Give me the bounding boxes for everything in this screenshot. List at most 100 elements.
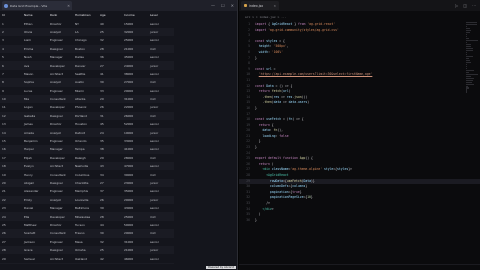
grid-row[interactable]: 8 Sophia Analyst Austin 30 27000 mid <box>0 78 174 87</box>
grid-cell[interactable]: 45000 <box>122 53 148 61</box>
grid-column-header[interactable]: Level <box>148 11 174 19</box>
grid-cell[interactable]: 41000 <box>122 145 148 153</box>
grid-cell[interactable]: Austin <box>73 78 98 86</box>
grid-cell[interactable]: Abigail <box>22 179 48 187</box>
grid-cell[interactable]: 43 <box>98 162 122 170</box>
grid-cell[interactable]: Director <box>48 221 73 229</box>
grid-cell[interactable]: junior <box>148 28 174 36</box>
grid-row[interactable]: 24 Ella Developer Milwaukee 28 25000 mid <box>0 212 174 221</box>
grid-cell[interactable]: 45 <box>98 120 122 128</box>
grid-cell[interactable]: 28 <box>98 212 122 220</box>
grid-cell[interactable]: Director <box>48 19 73 27</box>
grid-cell[interactable]: 15000 <box>122 19 148 27</box>
grid-cell[interactable]: Henry <box>22 170 48 178</box>
grid-cell[interactable]: Emma <box>22 45 48 53</box>
grid-cell[interactable]: 46000 <box>122 254 148 262</box>
grid-cell[interactable]: senior <box>148 53 174 61</box>
grid-cell[interactable]: 29000 <box>122 229 148 237</box>
grid-row[interactable]: 7 Mason Architect Seattle 41 38000 senior <box>0 69 174 79</box>
grid-cell[interactable]: Logan <box>22 103 48 111</box>
grid-cell[interactable]: Tucson <box>73 221 98 229</box>
tab-close-icon[interactable]: ✕ <box>67 4 70 8</box>
code-line[interactable]: 36} <box>239 218 480 224</box>
grid-row[interactable]: 11 Logan Developer Phoenix 26 22000 junior <box>0 103 174 112</box>
grid-cell[interactable]: 35000 <box>122 187 148 195</box>
grid-cell[interactable]: 11 <box>0 103 22 111</box>
grid-cell[interactable]: Ella <box>22 212 48 220</box>
grid-cell[interactable]: 30 <box>98 78 122 86</box>
grid-cell[interactable]: senior <box>148 238 174 246</box>
grid-cell[interactable]: 7 <box>0 70 22 78</box>
grid-cell[interactable]: Harper <box>22 145 48 153</box>
grid-cell[interactable]: 36 <box>98 53 122 61</box>
maximize-icon[interactable]: ☐ <box>221 3 225 8</box>
grid-cell[interactable]: 22000 <box>122 103 148 111</box>
grid-cell[interactable]: Emily <box>22 196 48 204</box>
grid-cell[interactable]: Architect <box>48 70 73 78</box>
grid-cell[interactable]: 14 <box>0 128 22 136</box>
grid-cell[interactable]: Daniel <box>22 204 48 212</box>
grid-cell[interactable]: 19000 <box>122 128 148 136</box>
grid-row[interactable]: 28 Grace Designer Omaha 25 21000 junior <box>0 245 174 255</box>
grid-cell[interactable]: 26 <box>0 229 22 237</box>
grid-cell[interactable]: senior <box>148 221 174 229</box>
grid-cell[interactable]: junior <box>148 103 174 111</box>
run-icon[interactable]: ▷ <box>455 3 458 8</box>
grid-cell[interactable]: senior <box>148 120 174 128</box>
grid-cell[interactable]: 39 <box>98 204 122 212</box>
grid-cell[interactable]: 47000 <box>122 162 148 170</box>
grid-cell[interactable]: Consultant <box>48 229 73 237</box>
grid-cell[interactable]: senior <box>148 162 174 170</box>
grid-cell[interactable]: 25 <box>0 221 22 229</box>
minimap[interactable] <box>466 22 478 122</box>
grid-cell[interactable]: Benjamin <box>22 137 48 145</box>
grid-row[interactable]: 1 Ethan Director NY 40 15000 senior <box>0 19 174 28</box>
grid-cell[interactable]: 35 <box>98 137 122 145</box>
grid-cell[interactable]: 21 <box>0 187 22 195</box>
grid-cell[interactable]: 23 <box>0 204 22 212</box>
grid-cell[interactable]: 26 <box>98 196 122 204</box>
grid-cell[interactable]: Seattle <box>73 70 98 78</box>
grid-cell[interactable]: 32 <box>98 238 122 246</box>
grid-row[interactable]: 27 Jackson Engineer Mesa 32 31000 senior <box>0 237 174 246</box>
grid-cell[interactable]: 42 <box>98 254 122 262</box>
grid-cell[interactable]: Matthew <box>22 221 48 229</box>
split-editor-icon[interactable]: ◫ <box>463 3 467 8</box>
browser-tab[interactable]: Data Grid Example - Vite ✕ <box>2 1 72 10</box>
grid-cell[interactable]: James <box>22 120 48 128</box>
grid-cell[interactable]: Designer <box>48 179 73 187</box>
grid-cell[interactable]: 9 <box>0 87 22 95</box>
grid-cell[interactable]: Alexander <box>22 187 48 195</box>
grid-row[interactable]: 5 Noah Manager Dallas 36 45000 senior <box>0 52 174 62</box>
grid-cell[interactable]: 33 <box>98 87 122 95</box>
grid-row[interactable]: 13 James Director Houston 45 52000 senior <box>0 120 174 129</box>
grid-cell[interactable]: 41 <box>98 70 122 78</box>
grid-cell[interactable]: Oakland <box>73 254 98 262</box>
grid-row[interactable]: 15 Benjamin Engineer Orlando 35 33000 senior <box>0 136 174 146</box>
grid-cell[interactable]: junior <box>148 179 174 187</box>
code-area[interactable]: 1 import { AgGridReact } from 'ag-grid-re… <box>239 22 480 223</box>
grid-cell[interactable]: Mason <box>22 70 48 78</box>
grid-cell[interactable]: Designer <box>48 246 73 254</box>
grid-cell[interactable]: 27000 <box>122 78 148 86</box>
grid-row[interactable]: 29 Samuel Architect Oakland 42 46000 senior <box>0 254 174 263</box>
grid-cell[interactable]: Baltimore <box>73 204 98 212</box>
grid-cell[interactable]: 27 <box>98 179 122 187</box>
grid-row[interactable]: 10 Mia Consultant Atlanta 29 31000 mid <box>0 94 174 104</box>
grid-cell[interactable]: senior <box>148 204 174 212</box>
grid-cell[interactable]: NY <box>73 19 98 27</box>
grid-cell[interactable]: Evelyn <box>22 162 48 170</box>
grid-cell[interactable]: 25 <box>98 246 122 254</box>
grid-cell[interactable]: Ava <box>22 61 48 69</box>
grid-cell[interactable]: 28 <box>98 45 122 53</box>
grid-cell[interactable]: Manager <box>48 145 73 153</box>
grid-cell[interactable]: Developer <box>48 61 73 69</box>
grid-cell[interactable]: Phoenix <box>73 103 98 111</box>
grid-cell[interactable]: 27 <box>98 61 122 69</box>
grid-cell[interactable]: Boston <box>73 45 98 53</box>
grid-cell[interactable]: mid <box>148 45 174 53</box>
grid-cell[interactable]: 20 <box>0 179 22 187</box>
grid-cell[interactable]: Designer <box>48 45 73 53</box>
grid-cell[interactable]: 29 <box>98 154 122 162</box>
grid-cell[interactable]: Houston <box>73 120 98 128</box>
